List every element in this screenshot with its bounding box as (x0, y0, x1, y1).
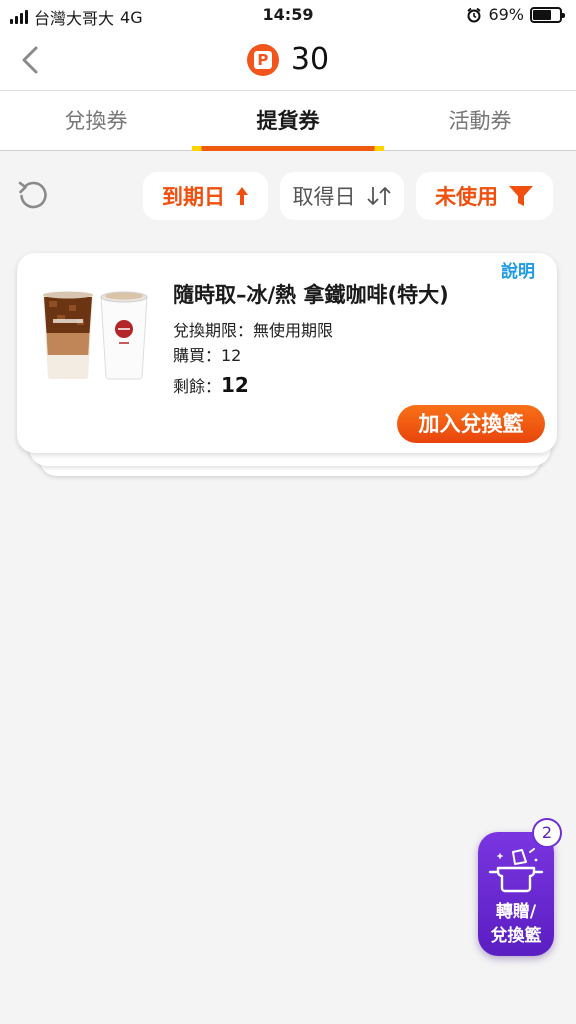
basket-label-line2: 兌換籃 (490, 926, 542, 946)
status-filter-button[interactable]: 未使用 (416, 172, 553, 220)
sort-acquired-button[interactable]: 取得日 (280, 172, 404, 220)
status-filter-label: 未使用 (435, 185, 498, 209)
redeem-period: 兌換期限：無使用期限 (173, 321, 334, 340)
tab-pickup-vouchers[interactable]: 提貨券 (192, 91, 384, 151)
tab-label: 兌換券 (64, 109, 128, 133)
header: P 30 (0, 30, 576, 90)
tab-label: 活動券 (448, 109, 512, 133)
battery-percent: 69% (488, 5, 524, 24)
latte-coffee-image (43, 291, 148, 380)
purchase-quantity: 購買：12 (173, 346, 242, 365)
basket-label: 轉贈/ 兌換籃 (478, 900, 554, 948)
refresh-button[interactable] (16, 178, 50, 212)
basket-label-line1: 轉贈/ (495, 902, 537, 922)
status-bar: 台灣大哥大 4G 14:59 69% (0, 0, 576, 30)
voucher-title: 隨時取–冰/熱 拿鐵咖啡(特大) (173, 283, 449, 307)
alarm-icon (467, 7, 482, 22)
tab-label: 提貨券 (256, 109, 320, 133)
sort-expiry-label: 到期日 (162, 185, 225, 209)
refresh-icon (18, 181, 47, 209)
battery-icon (530, 6, 565, 23)
tab-bar: 兌換券 提貨券 活動券 (0, 90, 576, 151)
arrow-up-icon (236, 187, 248, 205)
tab-redeem-vouchers[interactable]: 兌換券 (0, 91, 192, 150)
basket-pot-icon (488, 848, 544, 893)
status-right: 69% (466, 5, 565, 24)
filter-funnel-icon (509, 186, 533, 206)
remaining-label: 剩餘： (173, 377, 222, 396)
points-value: 30 (290, 42, 330, 77)
points-display: P 30 (0, 42, 576, 77)
points-icon: P (246, 43, 279, 76)
sort-updown-icon (366, 187, 391, 205)
active-tab-indicator (192, 146, 384, 151)
sort-expiry-button[interactable]: 到期日 (143, 172, 268, 220)
add-to-basket-button[interactable]: 加入兌換籃 (397, 405, 545, 443)
voucher-card[interactable]: 說明 隨時取–冰/熱 拿鐵咖啡(特大) 兌換期限：無使用期限 購買：12 剩餘：… (17, 253, 557, 453)
sort-acquired-label: 取得日 (292, 185, 356, 209)
remaining-value: 12 (221, 373, 249, 397)
points-icon-letter: P (253, 50, 272, 69)
tab-event-vouchers[interactable]: 活動券 (384, 91, 576, 150)
gift-redeem-basket-button[interactable]: 2 轉贈/ 兌換籃 (478, 818, 562, 956)
help-link[interactable]: 說明 (501, 257, 535, 282)
remaining-quantity: 剩餘：12 (173, 373, 249, 397)
basket-count-badge: 2 (532, 818, 562, 848)
